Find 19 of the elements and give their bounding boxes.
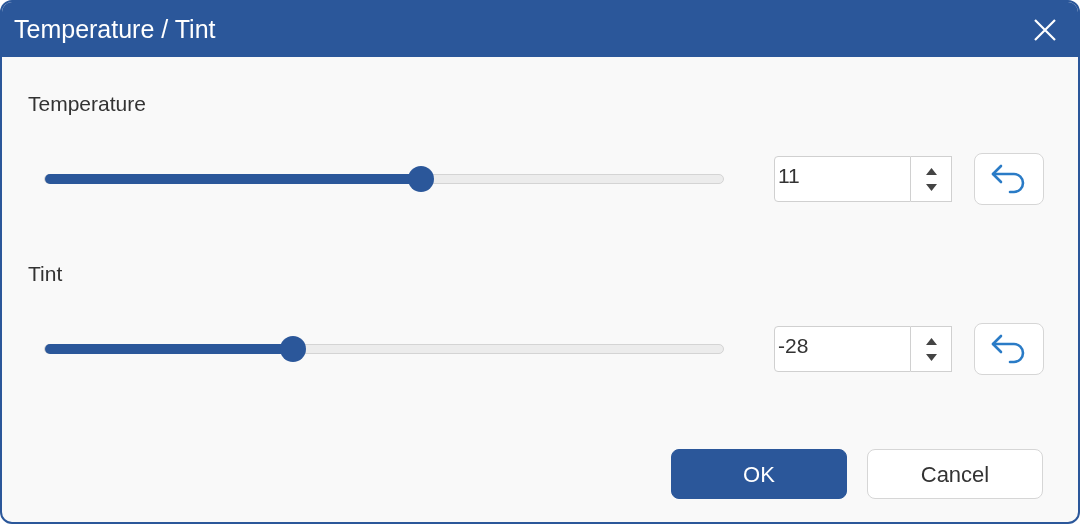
up-arrow-icon	[925, 167, 937, 175]
close-icon	[1034, 18, 1056, 41]
dialog-button[interactable]: OK	[671, 449, 847, 499]
reset-button[interactable]	[974, 323, 1044, 375]
spin-button[interactable]	[911, 156, 952, 202]
down-arrow-icon	[925, 353, 937, 361]
dialog-button[interactable]: Cancel	[867, 449, 1043, 499]
slider-thumb[interactable]	[279, 336, 306, 362]
slider-label: Temperature	[28, 91, 146, 117]
spin-button[interactable]	[911, 326, 952, 372]
value-field[interactable]: 11	[774, 156, 911, 202]
reset-button[interactable]	[974, 153, 1044, 205]
value-field[interactable]: -28	[774, 326, 911, 372]
close-button[interactable]	[1032, 16, 1058, 43]
up-arrow-icon	[925, 337, 937, 345]
slider-label: Tint	[28, 261, 63, 287]
window-title: Temperature / Tint	[14, 13, 216, 45]
down-arrow-icon	[925, 183, 937, 191]
slider-thumb[interactable]	[407, 166, 434, 192]
